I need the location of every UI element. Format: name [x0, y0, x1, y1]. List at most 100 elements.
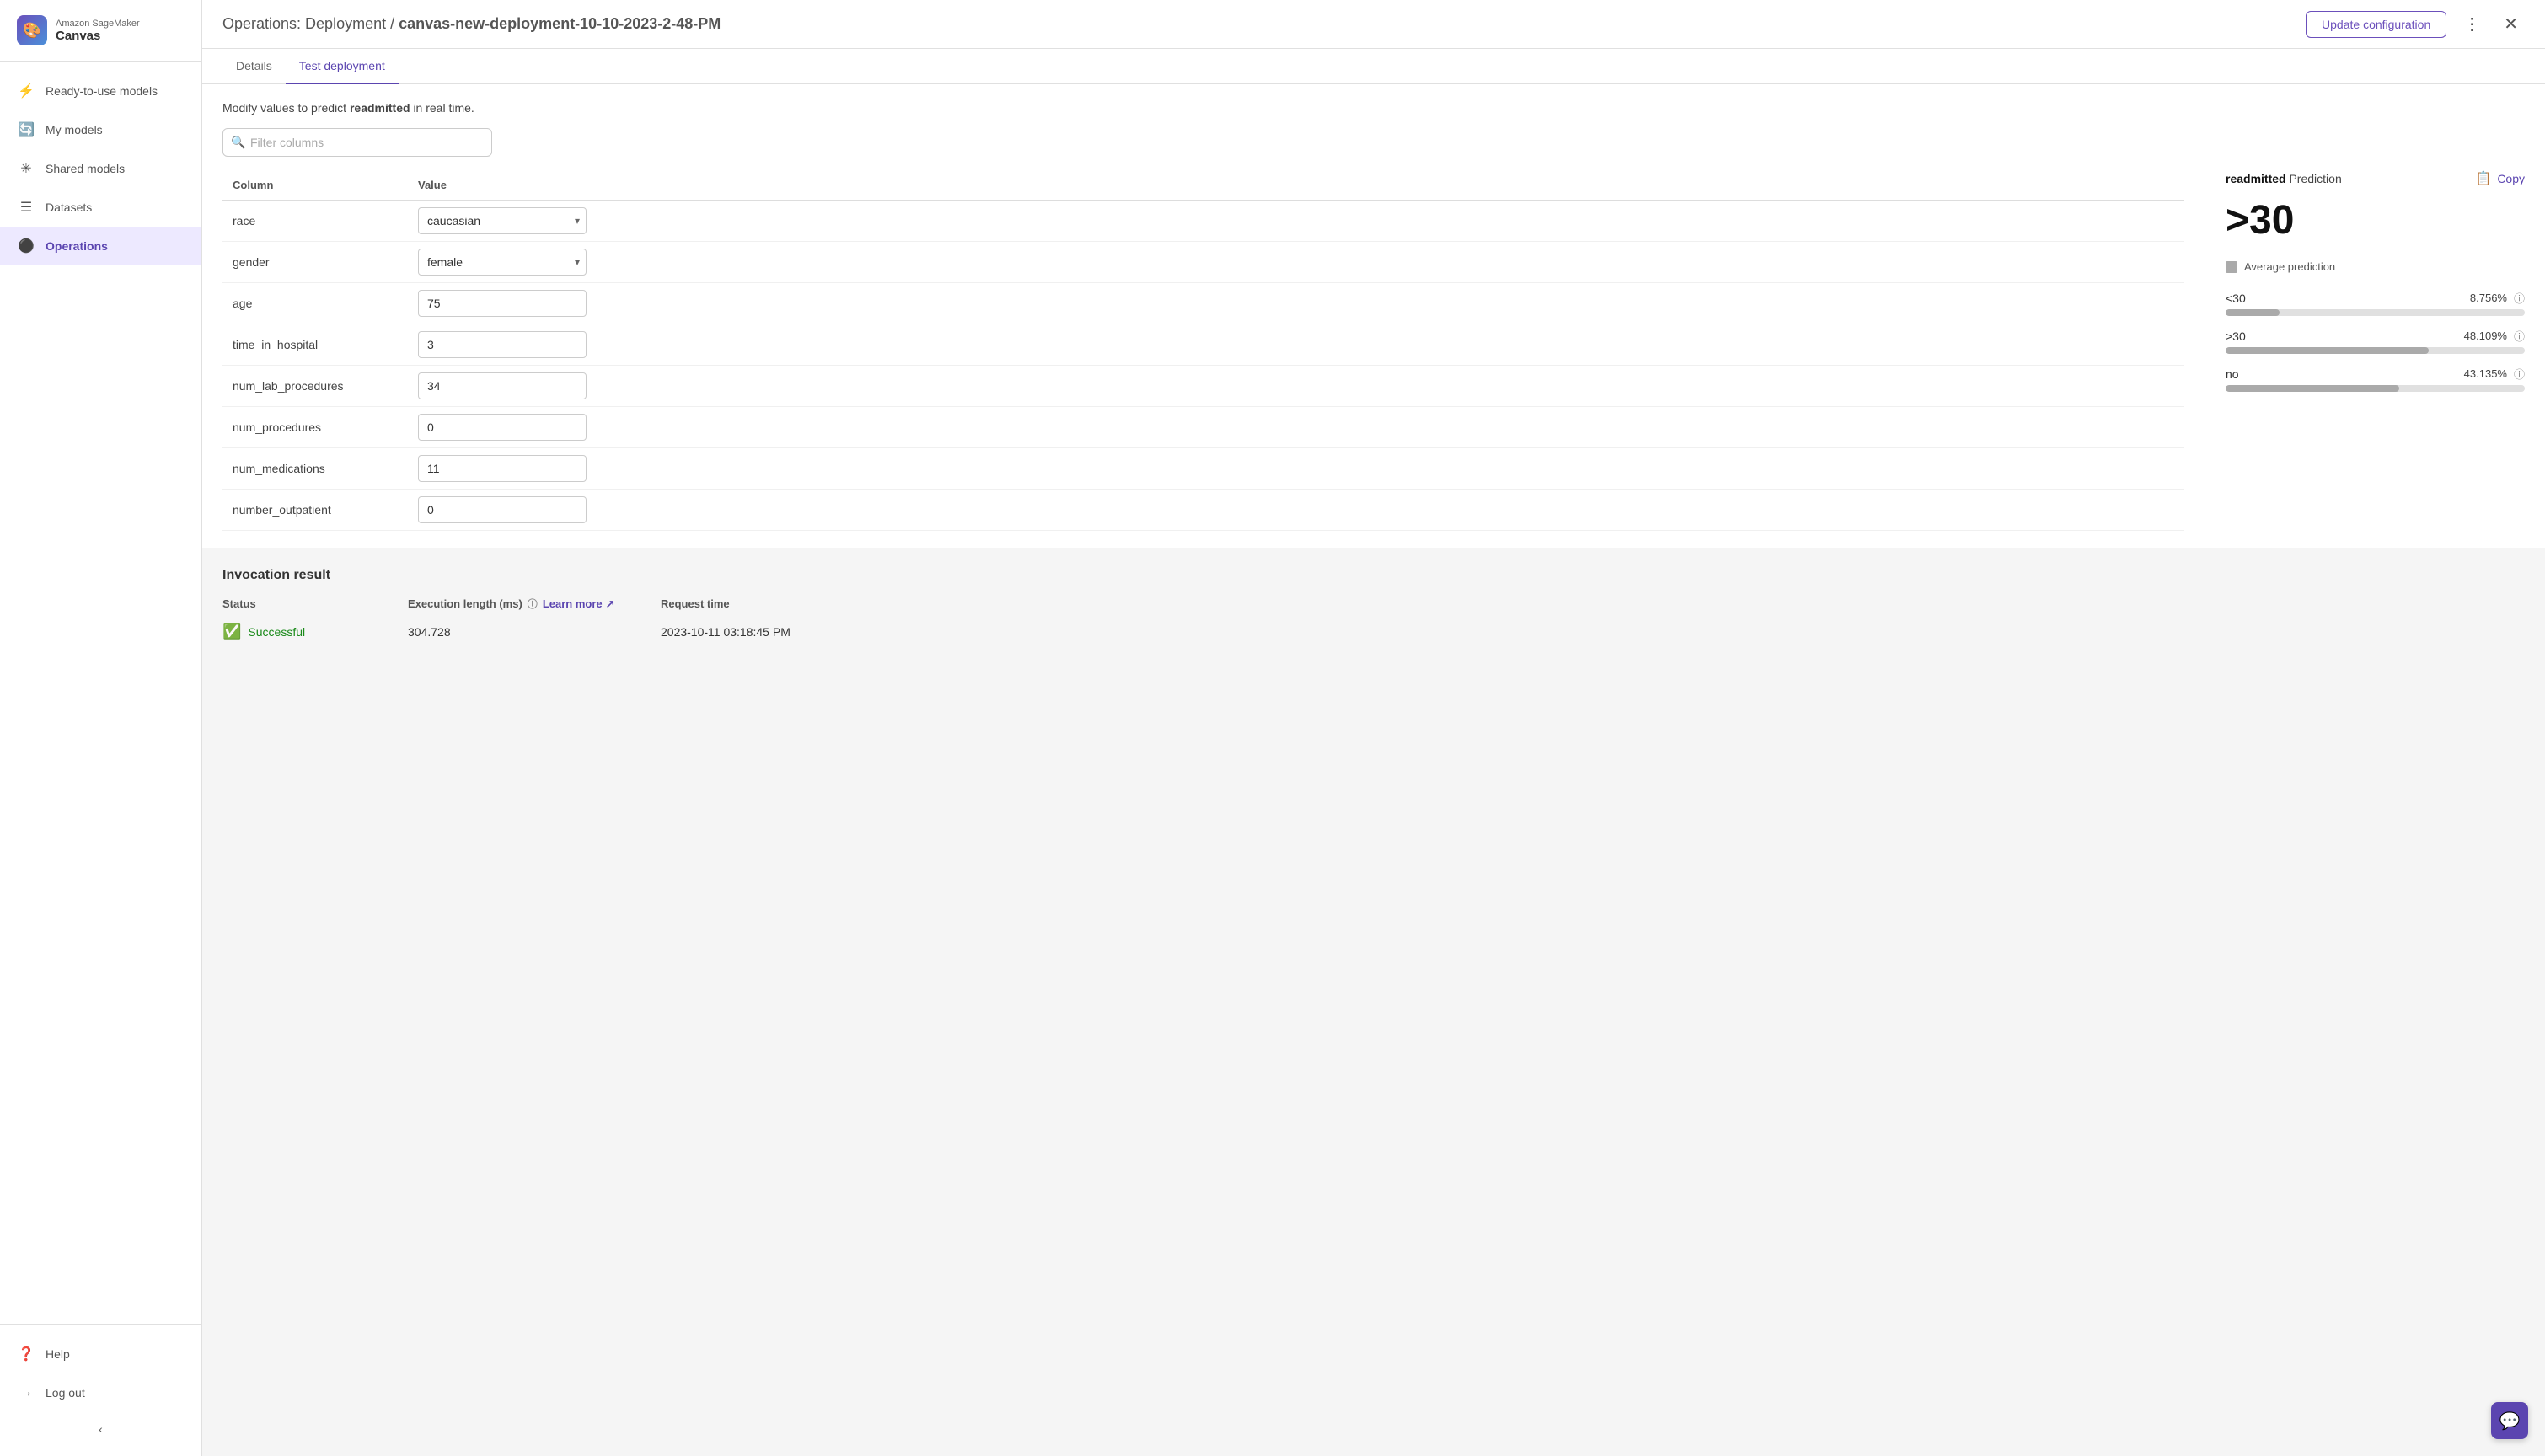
update-config-button[interactable]: Update configuration	[2306, 11, 2446, 38]
page-title: Operations: Deployment / canvas-new-depl…	[222, 15, 721, 33]
collapse-icon: ‹	[99, 1422, 103, 1436]
input-age[interactable]	[418, 290, 587, 317]
column-value	[408, 448, 2184, 490]
pred-pct-row: 48.109% ⓘ	[2464, 328, 2525, 344]
search-icon: 🔍	[231, 136, 245, 150]
sidebar-item-operations[interactable]: ⚫ Operations	[0, 227, 201, 265]
help-icon: ❓	[17, 1345, 35, 1363]
app-logo: 🎨 Amazon SageMaker Canvas	[0, 0, 201, 62]
exec-value-cell: 304.728	[408, 619, 661, 644]
sidebar-item-shared-models[interactable]: ✳ Shared models	[0, 149, 201, 188]
sidebar-item-datasets[interactable]: ☰ Datasets	[0, 188, 201, 227]
shared-models-icon: ✳	[17, 159, 35, 178]
title-prefix: Operations: Deployment /	[222, 15, 394, 32]
column-value	[408, 366, 2184, 407]
table-row: num_lab_procedures	[222, 366, 2184, 407]
sidebar-collapse-button[interactable]: ‹	[0, 1412, 201, 1446]
copy-button[interactable]: 📋 Copy	[2475, 170, 2525, 187]
avg-box-icon	[2226, 261, 2237, 273]
status-value: Successful	[248, 625, 305, 639]
header-actions: Update configuration ⋮ ✕	[2306, 10, 2525, 38]
pred-bar-wrap	[2226, 385, 2525, 392]
table-row: time_in_hospital	[222, 324, 2184, 366]
invocation-table: Status Execution length (ms) ⓘ Learn mor…	[222, 597, 2525, 644]
pred-item-lt30: <30 8.756% ⓘ	[2226, 290, 2525, 316]
title-value: canvas-new-deployment-10-10-2023-2-48-PM	[399, 15, 721, 32]
column-name: num_procedures	[222, 407, 408, 448]
prediction-header: readmitted Prediction 📋 Copy	[2226, 170, 2525, 187]
chat-icon: 💬	[2499, 1410, 2521, 1432]
column-value	[408, 407, 2184, 448]
pred-pct-row: 8.756% ⓘ	[2470, 290, 2525, 306]
input-num_procedures[interactable]	[418, 414, 587, 441]
content-area: Modify values to predict readmitted in r…	[202, 84, 2545, 1456]
sidebar-item-label-operations: Operations	[46, 239, 108, 253]
select-gender[interactable]: femalemale	[418, 249, 587, 276]
input-time_in_hospital[interactable]	[418, 331, 587, 358]
sidebar-item-my-models[interactable]: 🔄 My models	[0, 110, 201, 149]
prediction-panel: readmitted Prediction 📋 Copy >30 Average…	[2205, 170, 2525, 531]
select-wrap: femalemale▾	[418, 249, 587, 276]
sidebar-item-help[interactable]: ❓ Help	[0, 1335, 201, 1373]
filter-input-wrap: 🔍	[222, 128, 492, 157]
sidebar-item-logout[interactable]: → Log out	[0, 1373, 201, 1412]
pred-item-gt30: >30 48.109% ⓘ	[2226, 328, 2525, 354]
pred-bar	[2226, 309, 2280, 316]
tab-details[interactable]: Details	[222, 49, 286, 84]
logo-icon: 🎨	[17, 15, 47, 46]
input-num_medications[interactable]	[418, 455, 587, 482]
logo-product-name: Canvas	[56, 29, 140, 43]
column-name: age	[222, 283, 408, 324]
request-time-cell: 2023-10-11 03:18:45 PM	[661, 619, 2525, 644]
filter-input[interactable]	[222, 128, 492, 157]
table-row: age	[222, 283, 2184, 324]
pred-label: no	[2226, 367, 2239, 381]
info-icon[interactable]: ⓘ	[2514, 290, 2525, 306]
sidebar-item-label-ready-to-use: Ready-to-use models	[46, 84, 158, 98]
operations-icon: ⚫	[17, 237, 35, 255]
table-row: race caucasianAfricanAmericanHispanicAsia…	[222, 201, 2184, 242]
sidebar-item-label-shared-models: Shared models	[46, 162, 125, 175]
column-value: femalemale▾	[408, 242, 2184, 283]
pred-label: <30	[2226, 292, 2246, 305]
select-race[interactable]: caucasianAfricanAmericanHispanicAsianOth…	[418, 207, 587, 234]
column-name: gender	[222, 242, 408, 283]
sidebar-item-ready-to-use[interactable]: ⚡ Ready-to-use models	[0, 72, 201, 110]
input-number_outpatient[interactable]	[418, 496, 587, 523]
column-name: race	[222, 201, 408, 242]
pred-bar	[2226, 347, 2429, 354]
datasets-icon: ☰	[17, 198, 35, 217]
columns-table: Column Value racecaucasianAfricanAmerica…	[222, 170, 2205, 531]
close-button[interactable]: ✕	[2497, 10, 2525, 38]
inv-request-header: Request time	[661, 597, 2525, 619]
sidebar-item-label-help: Help	[46, 1347, 70, 1361]
learn-more-link[interactable]: Learn more ↗	[543, 597, 615, 611]
inv-status-header: Status	[222, 597, 408, 619]
chat-button[interactable]: 💬	[2491, 1402, 2528, 1439]
column-value	[408, 324, 2184, 366]
success-icon: ✅	[222, 623, 241, 640]
pred-pct: 8.756%	[2470, 292, 2507, 304]
pred-item-row: no 43.135% ⓘ	[2226, 366, 2525, 382]
more-options-button[interactable]: ⋮	[2457, 10, 2487, 38]
tab-test-deployment[interactable]: Test deployment	[286, 49, 399, 84]
column-name: number_outpatient	[222, 490, 408, 531]
avg-prediction-row: Average prediction	[2226, 260, 2525, 273]
column-name: num_medications	[222, 448, 408, 490]
sidebar-item-label-datasets: Datasets	[46, 201, 92, 214]
logout-icon: →	[17, 1384, 35, 1402]
status-cell: ✅ Successful	[222, 619, 408, 644]
sidebar-bottom: ❓ Help → Log out ‹	[0, 1324, 201, 1456]
predict-description: Modify values to predict readmitted in r…	[222, 101, 2525, 115]
sidebar-item-label-logout: Log out	[46, 1386, 85, 1400]
info-icon[interactable]: ⓘ	[2514, 328, 2525, 344]
pred-label: >30	[2226, 329, 2246, 343]
info-icon[interactable]: ⓘ	[2514, 366, 2525, 382]
prediction-title: readmitted Prediction	[2226, 172, 2342, 185]
filter-row: 🔍	[222, 128, 2525, 157]
two-column-layout: Column Value racecaucasianAfricanAmerica…	[222, 170, 2525, 531]
input-num_lab_procedures[interactable]	[418, 372, 587, 399]
page-header: Operations: Deployment / canvas-new-depl…	[202, 0, 2545, 49]
inv-exec-header: Execution length (ms) ⓘ Learn more ↗	[408, 597, 661, 619]
sidebar-nav: ⚡ Ready-to-use models 🔄 My models ✳ Shar…	[0, 62, 201, 1324]
